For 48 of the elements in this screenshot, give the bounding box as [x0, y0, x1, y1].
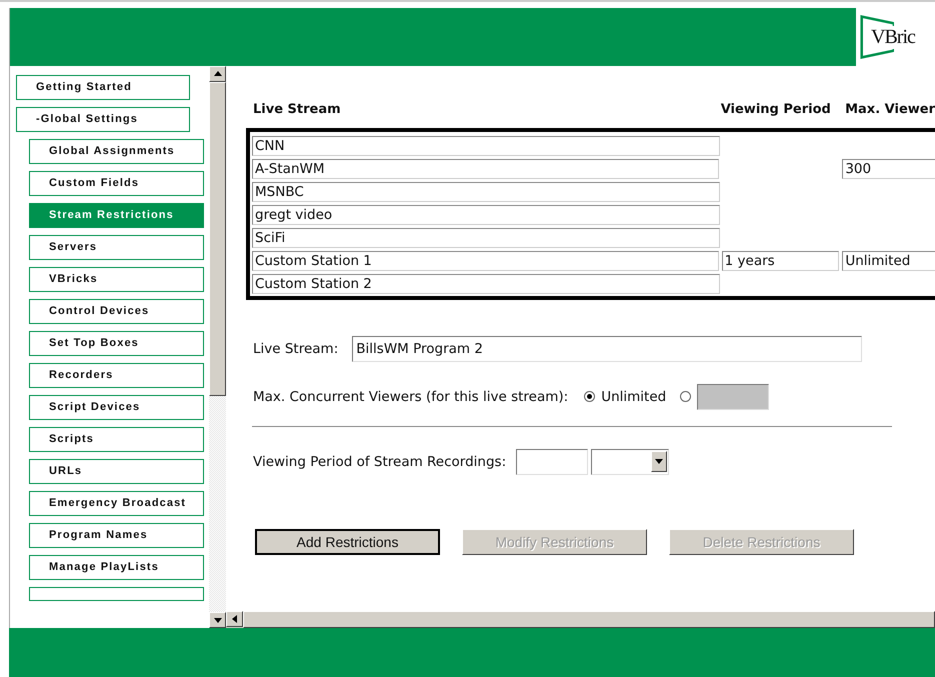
sidebar-item[interactable] — [29, 586, 204, 601]
field-label: Viewing Period of Stream Recordings: — [253, 454, 506, 470]
sidebar-item[interactable]: URLs — [29, 458, 204, 484]
live-stream-field[interactable]: BillsWM Program 2 — [352, 336, 862, 362]
viewing-period-cell[interactable]: 1 years — [722, 250, 840, 271]
radio-button[interactable] — [680, 391, 692, 402]
sidebar-item[interactable]: Emergency Broadcast — [29, 490, 204, 516]
down-arrow-icon — [214, 618, 222, 622]
sidebar-item[interactable]: VBricks — [29, 266, 204, 292]
sidebar-item[interactable]: Manage PlayLists — [29, 554, 204, 580]
sidebar-item[interactable]: Program Names — [29, 522, 204, 548]
action-button[interactable]: Add Restrictions — [255, 528, 440, 555]
sidebar-item[interactable]: Set Top Boxes — [29, 330, 204, 356]
column-header: Live Stream — [252, 102, 342, 119]
sidebar-item[interactable]: Custom Fields — [29, 170, 204, 196]
stream-name-cell[interactable]: A-StanWM — [252, 158, 719, 179]
dropdown-arrow-icon — [655, 459, 664, 464]
stream-name-cell[interactable]: gregt video — [252, 204, 720, 225]
sidebar-item[interactable]: Script Devices — [29, 394, 204, 420]
stream-name-cell[interactable]: Custom Station 1 — [252, 250, 719, 271]
column-header: Viewing Period — [720, 102, 832, 119]
up-arrow-icon — [214, 71, 222, 76]
logo-text: VBric — [870, 26, 916, 49]
max-viewers-cell[interactable]: Unlimited — [842, 250, 935, 271]
column-header: Max. Viewer — [845, 102, 935, 119]
sidebar-item[interactable]: Global Assignments — [29, 138, 204, 164]
period-unit-dropdown[interactable] — [591, 448, 670, 475]
radio-label: Unlimited — [601, 388, 666, 405]
max-viewers-cell[interactable]: 300 — [842, 158, 935, 179]
sidebar-item[interactable]: Servers — [29, 234, 204, 260]
stream-name-cell[interactable]: MSNBC — [252, 182, 720, 202]
scroll-thumb[interactable] — [209, 82, 226, 396]
stream-name-cell[interactable]: CNN — [252, 136, 720, 156]
left-arrow-icon — [232, 615, 237, 623]
scrollbar[interactable] — [209, 66, 226, 628]
field-label: Live Stream: — [253, 340, 338, 357]
sidebar-item[interactable]: Scripts — [29, 426, 204, 452]
stream-name-cell[interactable]: SciFi — [252, 228, 720, 248]
sidebar-item[interactable]: Stream Restrictions — [29, 202, 204, 228]
radio-button[interactable] — [584, 391, 596, 402]
period-number-field[interactable] — [516, 448, 588, 475]
sidebar-item[interactable]: -Global Settings — [16, 106, 190, 132]
sidebar-item[interactable]: Recorders — [29, 362, 204, 388]
stream-name-cell[interactable]: Custom Station 2 — [252, 274, 720, 294]
field-label: Max. Concurrent Viewers (for this live stream): — [253, 388, 568, 405]
sidebar-item[interactable]: Getting Started — [16, 74, 190, 100]
viewer-count-field[interactable] — [697, 384, 770, 410]
sidebar-item[interactable]: Control Devices — [29, 298, 204, 324]
